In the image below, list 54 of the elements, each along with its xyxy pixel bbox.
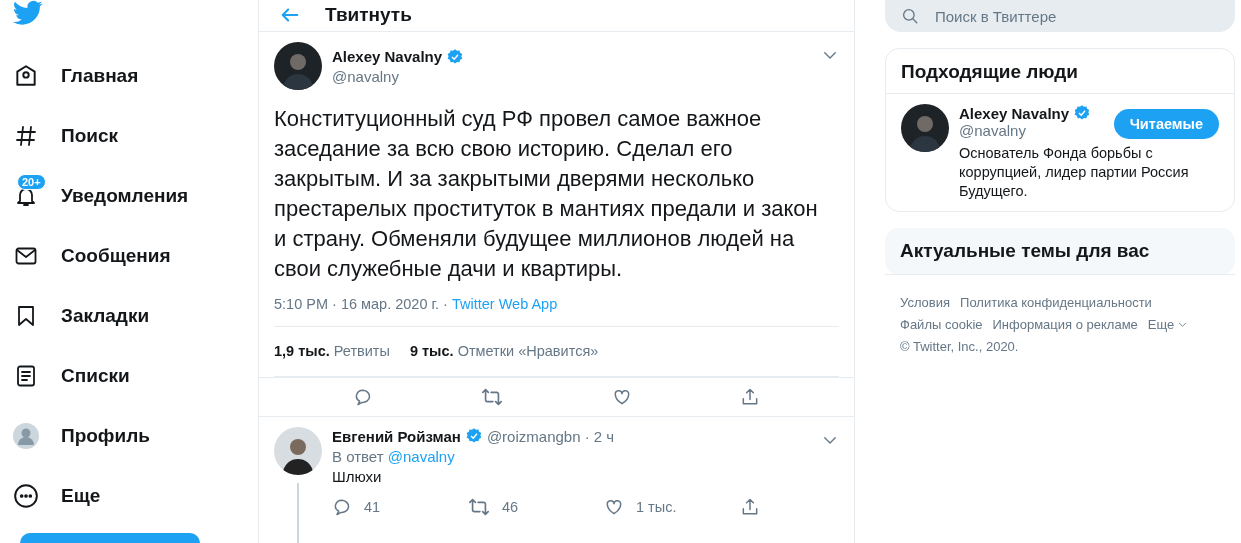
reply-context: В ответ @navalny: [332, 448, 456, 465]
nav-item[interactable]: 20+ Уведомления: [12, 166, 258, 226]
footer-link[interactable]: Информация о рекламе: [992, 317, 1138, 332]
chevron-down-icon: [1177, 319, 1189, 330]
nav-item[interactable]: Закладки: [12, 286, 258, 346]
like-button[interactable]: 1 тыс.: [604, 496, 740, 518]
list-icon: [14, 364, 38, 388]
search-icon: [901, 7, 919, 25]
following-button[interactable]: Читаемые: [1113, 109, 1219, 139]
notification-count: 20+: [17, 174, 46, 190]
card-title: Подходящие люди: [886, 49, 1234, 94]
nav-item[interactable]: Сообщения: [12, 226, 258, 286]
retweet-button[interactable]: 46: [468, 496, 604, 518]
search-field[interactable]: Поиск в Твиттере: [885, 0, 1235, 32]
tweet-stat[interactable]: 1,9 тыс. Ретвиты: [274, 343, 390, 360]
page-title: Твитнуть: [325, 4, 412, 27]
source-link[interactable]: Twitter Web App: [451, 295, 558, 312]
reply-text: Шлюхи: [332, 468, 383, 485]
nav-item[interactable]: Списки: [12, 346, 258, 406]
person-name[interactable]: Alexey Navalny: [959, 104, 1070, 122]
more-icon: [13, 483, 39, 509]
person-handle[interactable]: @navalny: [959, 122, 1026, 139]
person-bio: Основатель Фонда борьбы с коррупцией, лидер партии Россия Будущего.: [959, 144, 1190, 201]
footer-link[interactable]: Еще: [1147, 317, 1189, 332]
nav-item[interactable]: Профиль: [12, 406, 258, 466]
hashtag-icon: [14, 124, 38, 148]
author-name[interactable]: Евгений Ройзман: [332, 427, 461, 445]
tweet-stat[interactable]: 9 тыс. Отметки «Нравится»: [409, 343, 599, 360]
profile-avatar-icon: [13, 423, 39, 449]
home-icon: [13, 63, 39, 89]
nav-item[interactable]: Главная: [12, 46, 258, 106]
author-handle[interactable]: @navalny: [332, 67, 811, 85]
nav-item[interactable]: Еще: [12, 466, 258, 526]
tweet-button[interactable]: [20, 533, 200, 543]
share-icon: [740, 497, 760, 517]
card-title: Актуальные темы для вас: [885, 228, 1235, 275]
footer-link[interactable]: Политика конфиденциальности: [960, 295, 1152, 310]
avatar[interactable]: [274, 427, 322, 475]
tweet-timestamp: 5:10 PM · 16 мар. 2020 г. · Twitter Web App: [274, 295, 839, 327]
copyright: © Twitter, Inc., 2020.: [900, 339, 1020, 354]
avatar[interactable]: [274, 41, 322, 90]
reply-button[interactable]: 41: [332, 496, 468, 518]
avatar[interactable]: [901, 104, 949, 152]
author-name[interactable]: Alexey Navalny: [332, 48, 443, 66]
reply-icon: [332, 497, 352, 517]
author-handle[interactable]: @roizmangbn · 2 ч: [486, 427, 615, 445]
mention-link[interactable]: @navalny: [387, 448, 455, 465]
footer-link[interactable]: Условия: [900, 295, 951, 310]
footer-link[interactable]: Файлы cookie: [900, 317, 983, 332]
retweet-icon: [468, 496, 490, 518]
heart-icon: [604, 497, 624, 517]
tweet-text: Конституционный суд РФ провел самое важное заседание за всю свою историю. Сделал его закрытым. И за закрытыми дверями несколько престарелых проституток в мантиях предали и закон и страну. Обменяли будущее миллионов людей на свои служебные дачи и квартиры.: [274, 104, 819, 283]
nav-item[interactable]: Поиск: [12, 106, 258, 166]
bird-logo-icon[interactable]: [13, 0, 43, 26]
